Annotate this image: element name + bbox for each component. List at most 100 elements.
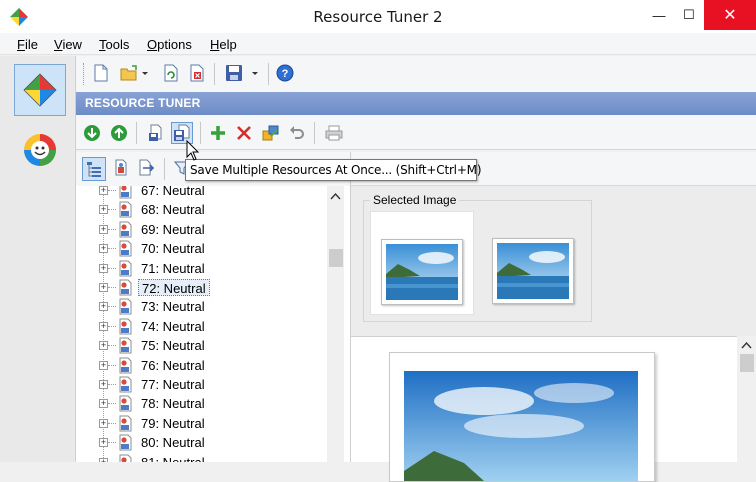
move-up-button[interactable] xyxy=(108,122,130,144)
string-resource-icon xyxy=(118,298,134,315)
scroll-up-icon[interactable] xyxy=(737,339,756,353)
scroll-up-icon[interactable] xyxy=(327,189,344,205)
move-up-icon xyxy=(110,124,128,142)
string-resource-icon xyxy=(118,186,134,199)
menu-help[interactable]: Help xyxy=(210,37,237,52)
new-icon[interactable] xyxy=(92,64,110,82)
tree-item[interactable]: +68: Neutral xyxy=(76,200,326,219)
expand-icon[interactable]: + xyxy=(99,283,108,292)
tree-connector xyxy=(108,190,116,191)
edit-button[interactable] xyxy=(260,122,282,144)
tree-item[interactable]: +79: Neutral xyxy=(76,414,326,433)
tree-item[interactable]: +72: Neutral xyxy=(76,278,326,297)
expand-icon[interactable]: + xyxy=(99,341,108,350)
tree-item[interactable]: +75: Neutral xyxy=(76,336,326,355)
tree-item[interactable]: +69: Neutral xyxy=(76,220,326,239)
expand-icon[interactable]: + xyxy=(99,302,108,311)
tree-item[interactable]: +80: Neutral xyxy=(76,433,326,452)
toolbar-separator xyxy=(164,158,165,180)
delete-icon xyxy=(235,124,253,142)
open-dropdown-icon[interactable] xyxy=(140,64,150,82)
tree-scroll-thumb[interactable] xyxy=(329,249,343,267)
refresh-icon[interactable] xyxy=(162,64,180,82)
tree-connector xyxy=(108,326,116,327)
save-resource-button[interactable] xyxy=(145,122,167,144)
tree-item[interactable]: +76: Neutral xyxy=(76,356,326,375)
tree-item[interactable]: +78: Neutral xyxy=(76,394,326,413)
delete-button[interactable] xyxy=(233,122,255,144)
thumbnail-frame xyxy=(381,239,463,305)
image-thumbnail-2[interactable] xyxy=(482,211,586,315)
maximize-button[interactable]: ☐ xyxy=(672,0,706,30)
tree-item-label: 68: Neutral xyxy=(138,201,208,218)
save-multiple-tooltip: Save Multiple Resources At Once... (Shif… xyxy=(185,159,477,181)
tree-connector xyxy=(108,365,116,366)
move-down-button[interactable] xyxy=(81,122,103,144)
tree-connector xyxy=(108,345,116,346)
undo-button[interactable] xyxy=(286,122,308,144)
tree-item[interactable]: +70: Neutral xyxy=(76,239,326,258)
save-dropdown-icon[interactable] xyxy=(250,64,260,82)
tree-connector xyxy=(108,442,116,443)
tree-scrollbar[interactable] xyxy=(327,186,344,462)
large-preview-frame xyxy=(389,352,655,482)
resource-tree[interactable]: +67: Neutral+68: Neutral+69: Neutral+70:… xyxy=(76,186,351,462)
tree-connector xyxy=(108,209,116,210)
string-resource-icon xyxy=(118,337,134,354)
image-thumbnail-1[interactable] xyxy=(370,211,474,315)
expand-icon[interactable]: + xyxy=(99,399,108,408)
resource-view-button[interactable] xyxy=(110,157,132,179)
close-file-icon[interactable] xyxy=(188,64,206,82)
preview-scroll-thumb[interactable] xyxy=(740,354,754,372)
add-button[interactable] xyxy=(207,122,229,144)
open-icon[interactable] xyxy=(120,64,138,82)
tree-item-label: 67: Neutral xyxy=(138,186,208,199)
expand-icon[interactable]: + xyxy=(99,380,108,389)
menu-view[interactable]: View xyxy=(54,37,82,52)
title-bar: Resource Tuner 2 — ☐ ✕ xyxy=(0,0,756,33)
resource-editor-nav-button[interactable] xyxy=(14,124,66,176)
expand-icon[interactable]: + xyxy=(99,322,108,331)
expand-icon[interactable]: + xyxy=(99,438,108,447)
tree-item[interactable]: +71: Neutral xyxy=(76,259,326,278)
help-icon[interactable]: ? xyxy=(276,64,294,82)
svg-text:?: ? xyxy=(282,68,289,80)
resource-tuner-icon xyxy=(22,72,58,108)
left-nav-bar xyxy=(0,56,76,462)
tree-view-button[interactable] xyxy=(82,157,106,181)
expand-icon[interactable]: + xyxy=(99,458,108,462)
expand-icon[interactable]: + xyxy=(99,419,108,428)
edit-icon xyxy=(262,124,280,142)
minimize-button[interactable]: — xyxy=(642,0,676,30)
tree-item[interactable]: +67: Neutral xyxy=(76,186,326,200)
tree-item-label: 81: Neutral xyxy=(138,454,208,462)
tree-item-label: 80: Neutral xyxy=(138,434,208,451)
close-button[interactable]: ✕ xyxy=(704,0,756,30)
tree-item-label: 69: Neutral xyxy=(138,221,208,238)
resource-tuner-nav-button[interactable] xyxy=(14,64,66,116)
tree-item[interactable]: +77: Neutral xyxy=(76,375,326,394)
tree-item[interactable]: +73: Neutral xyxy=(76,297,326,316)
tree-item[interactable]: +81: Neutral xyxy=(76,453,326,462)
add-icon xyxy=(209,124,227,142)
expand-icon[interactable]: + xyxy=(99,186,108,195)
export-view-button[interactable] xyxy=(135,157,157,179)
menu-tools[interactable]: Tools xyxy=(99,37,129,52)
menu-options[interactable]: Options xyxy=(147,37,192,52)
expand-icon[interactable]: + xyxy=(99,225,108,234)
toolbar-separator xyxy=(214,63,215,85)
image-preview-panel: Selected Image xyxy=(351,186,756,462)
expand-icon[interactable]: + xyxy=(99,264,108,273)
tree-connector xyxy=(108,268,116,269)
expand-icon[interactable]: + xyxy=(99,244,108,253)
tree-item[interactable]: +74: Neutral xyxy=(76,317,326,336)
toolbar-grip[interactable] xyxy=(83,63,84,85)
preview-scrollbar[interactable] xyxy=(737,336,756,462)
print-button[interactable] xyxy=(323,122,345,144)
expand-icon[interactable]: + xyxy=(99,361,108,370)
menu-bar: File View Tools Options Help xyxy=(0,33,756,55)
menu-file[interactable]: File xyxy=(17,37,38,52)
tree-item-label: 79: Neutral xyxy=(138,415,208,432)
save-icon[interactable] xyxy=(225,64,243,82)
expand-icon[interactable]: + xyxy=(99,205,108,214)
